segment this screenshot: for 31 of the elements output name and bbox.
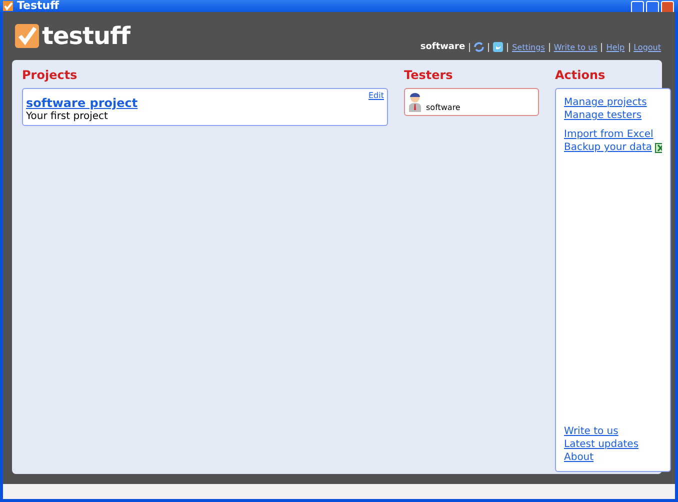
actions-heading: Actions [555,68,606,82]
action-link[interactable]: Latest updates [564,439,662,450]
testers-heading: Testers [404,68,454,82]
window-title: Testuff [3,0,60,12]
action-link[interactable]: Manage testers [564,110,662,121]
user-name: software [420,42,466,52]
spreadsheet-icon [655,142,662,152]
project-description: Your first project [26,111,109,122]
projects-heading: Projects [22,68,78,82]
check-icon [3,1,13,11]
nav-link[interactable]: Write to us [554,42,598,52]
action-link[interactable]: Backup your data [564,142,662,153]
logo-icon [15,24,39,48]
minimize-button[interactable] [631,1,644,12]
refresh-icon[interactable] [474,42,484,52]
tester-name: software [426,103,460,112]
nav-link[interactable]: Logout [634,42,661,52]
maximize-button[interactable] [646,1,659,12]
nav-link[interactable]: Help [606,42,625,52]
bird-icon[interactable] [493,42,504,52]
edit-link[interactable]: Edit [368,91,384,100]
action-link[interactable]: Import from Excel [564,129,662,140]
action-link[interactable]: About [564,452,662,463]
tester-card[interactable]: software [404,88,539,116]
person-icon [408,92,422,112]
action-link[interactable]: Write to us [564,426,662,437]
action-link[interactable]: Manage projects [564,97,662,108]
nav-link[interactable]: Settings [512,42,545,52]
logo-text: testuff [42,22,130,50]
close-button[interactable] [661,1,674,12]
project-link[interactable]: software project [26,96,138,110]
